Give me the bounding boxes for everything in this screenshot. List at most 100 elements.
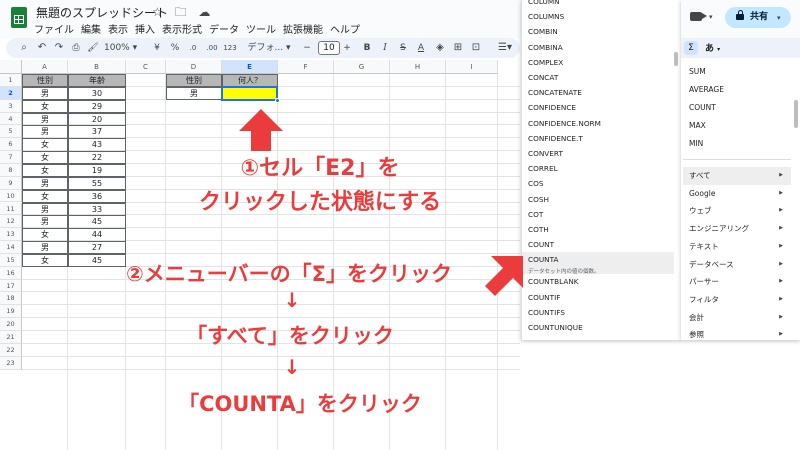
function-item-countblank[interactable]: COUNTBLANK xyxy=(522,274,674,289)
function-category-1[interactable]: Google ▶ xyxy=(689,185,791,203)
row-header-23[interactable]: 23 xyxy=(0,356,22,370)
age-cell[interactable]: 22 xyxy=(68,151,126,165)
horizontal-align-icon[interactable]: ☰▾ xyxy=(496,41,514,55)
menu-extensions[interactable]: 拡張機能 xyxy=(283,25,323,36)
age-cell[interactable]: 44 xyxy=(68,228,126,242)
row-header-15[interactable]: 15 xyxy=(0,253,22,267)
row-header-18[interactable]: 18 xyxy=(0,292,22,306)
function-category-8[interactable]: 会計 ▶ xyxy=(689,309,791,327)
menu-insert[interactable]: 挿入 xyxy=(135,25,155,36)
function-item-countifs[interactable]: COUNTIFS xyxy=(522,305,674,320)
video-call-icon[interactable] xyxy=(690,12,707,21)
function-category-7[interactable]: フィルタ ▶ xyxy=(689,291,791,309)
input-tools-button[interactable]: あ ▾ xyxy=(705,41,720,54)
function-category-6[interactable]: パーサー ▶ xyxy=(689,273,791,291)
row-header-21[interactable]: 21 xyxy=(0,331,22,344)
gender-cell[interactable]: 女 xyxy=(22,151,68,165)
print-icon[interactable]: ⎙ xyxy=(70,41,82,55)
row-header-2[interactable]: 2 xyxy=(0,86,22,100)
row-header-13[interactable]: 13 xyxy=(0,228,22,242)
function-item-combina[interactable]: COMBINA xyxy=(522,40,674,55)
currency-format-button[interactable]: ¥ xyxy=(152,41,162,55)
header-cell-age[interactable]: 年齢 xyxy=(68,74,126,88)
header-cell-gender-2[interactable]: 性別 xyxy=(166,74,222,88)
function-category-9[interactable]: 参照 ▶ xyxy=(689,326,791,344)
menu-format[interactable]: 表示形式 xyxy=(162,25,202,36)
row-header-7[interactable]: 7 xyxy=(0,151,22,164)
column-header-b[interactable]: B xyxy=(68,60,126,74)
function-item-confidence-t[interactable]: CONFIDENCE.T xyxy=(522,131,674,146)
gender-cell[interactable]: 男 xyxy=(22,241,68,255)
gender-cell[interactable]: 女 xyxy=(22,228,68,242)
font-size-increase-button[interactable]: + xyxy=(342,41,352,55)
age-cell[interactable]: 45 xyxy=(68,215,126,229)
function-item-concat[interactable]: CONCAT xyxy=(522,70,674,85)
row-header-19[interactable]: 19 xyxy=(0,305,22,319)
age-cell[interactable]: 37 xyxy=(68,125,126,139)
column-header-i[interactable]: I xyxy=(446,60,498,74)
menu-edit[interactable]: 編集 xyxy=(81,25,101,36)
function-item-combin[interactable]: COMBIN xyxy=(522,24,674,39)
row-header-17[interactable]: 17 xyxy=(0,279,22,293)
font-size-decrease-button[interactable]: − xyxy=(302,41,312,55)
sum-button[interactable]: Σ xyxy=(684,41,698,55)
age-cell[interactable]: 55 xyxy=(68,176,126,191)
gender-cell[interactable]: 女 xyxy=(22,253,68,268)
age-cell[interactable]: 27 xyxy=(68,241,126,255)
function-category-2[interactable]: ウェブ ▶ xyxy=(689,202,791,220)
document-title[interactable]: 無題のスプレッドシート xyxy=(36,4,168,21)
font-size-input[interactable]: 10 xyxy=(318,41,340,55)
function-item-complex[interactable]: COMPLEX xyxy=(522,55,674,70)
selected-cell-e2[interactable] xyxy=(221,85,278,101)
gender-cell[interactable]: 男 xyxy=(22,112,68,126)
row-header-10[interactable]: 10 xyxy=(0,189,22,203)
gender-cell[interactable]: 女 xyxy=(22,189,68,203)
age-cell[interactable]: 20 xyxy=(68,112,126,126)
age-cell[interactable]: 33 xyxy=(68,202,126,216)
row-header-4[interactable]: 4 xyxy=(0,112,22,126)
age-cell[interactable]: 19 xyxy=(68,163,126,178)
function-item-column[interactable]: COLUMN xyxy=(522,0,674,9)
column-header-g[interactable]: G xyxy=(334,60,390,74)
borders-icon[interactable]: ⊞ xyxy=(452,41,464,55)
fill-handle[interactable] xyxy=(275,97,280,103)
age-cell[interactable]: 30 xyxy=(68,86,126,101)
gender-cell[interactable]: 男 xyxy=(22,125,68,139)
function-item-columns[interactable]: COLUMNS xyxy=(522,9,674,24)
quick-function-average[interactable]: AVERAGE xyxy=(689,81,791,99)
quick-function-sum[interactable]: SUM xyxy=(689,63,791,81)
merge-cells-icon[interactable]: ⊡ xyxy=(470,41,482,55)
function-item-countunique[interactable]: COUNTUNIQUE xyxy=(522,320,674,335)
function-item-countuniqueifs[interactable]: COUNTUNIQUEIFS xyxy=(522,335,674,340)
function-item-cos[interactable]: COS xyxy=(522,176,674,191)
age-cell[interactable]: 43 xyxy=(68,138,126,152)
category-menu-scrollbar[interactable] xyxy=(794,100,798,128)
row-header-5[interactable]: 5 xyxy=(0,125,22,139)
percent-format-button[interactable]: % xyxy=(170,41,180,55)
row-header-6[interactable]: 6 xyxy=(0,138,22,152)
strikethrough-button[interactable]: S xyxy=(398,41,408,55)
function-item-count[interactable]: COUNT xyxy=(522,237,674,252)
share-button[interactable]: 共有 ▾ xyxy=(725,7,791,28)
gender-cell[interactable]: 女 xyxy=(22,163,68,178)
font-family-select[interactable]: デフォ... ▾ xyxy=(246,41,292,55)
column-header-h[interactable]: H xyxy=(390,60,446,74)
row-header-22[interactable]: 22 xyxy=(0,343,22,357)
gender-cell[interactable]: 男 xyxy=(22,215,68,229)
select-all-corner[interactable] xyxy=(0,60,22,74)
gender-cell[interactable]: 男 xyxy=(22,176,68,191)
menu-view[interactable]: 表示 xyxy=(108,25,128,36)
gender-cell[interactable]: 女 xyxy=(22,99,68,114)
column-header-f[interactable]: F xyxy=(278,60,334,74)
gender-cell[interactable]: 男 xyxy=(22,202,68,216)
age-cell[interactable]: 29 xyxy=(68,99,126,114)
quick-function-min[interactable]: MIN xyxy=(689,135,791,153)
header-cell-gender[interactable]: 性別 xyxy=(22,74,68,88)
increase-decimal-button[interactable]: .00 xyxy=(204,41,220,55)
function-item-concatenate[interactable]: CONCATENATE xyxy=(522,85,674,100)
function-item-coth[interactable]: COTH xyxy=(522,222,674,237)
text-color-button[interactable]: A xyxy=(416,41,426,55)
function-category-0[interactable]: すべて ▶ xyxy=(683,167,791,185)
number-format-button[interactable]: 123 xyxy=(222,41,238,55)
undo-icon[interactable]: ↶ xyxy=(36,41,48,55)
